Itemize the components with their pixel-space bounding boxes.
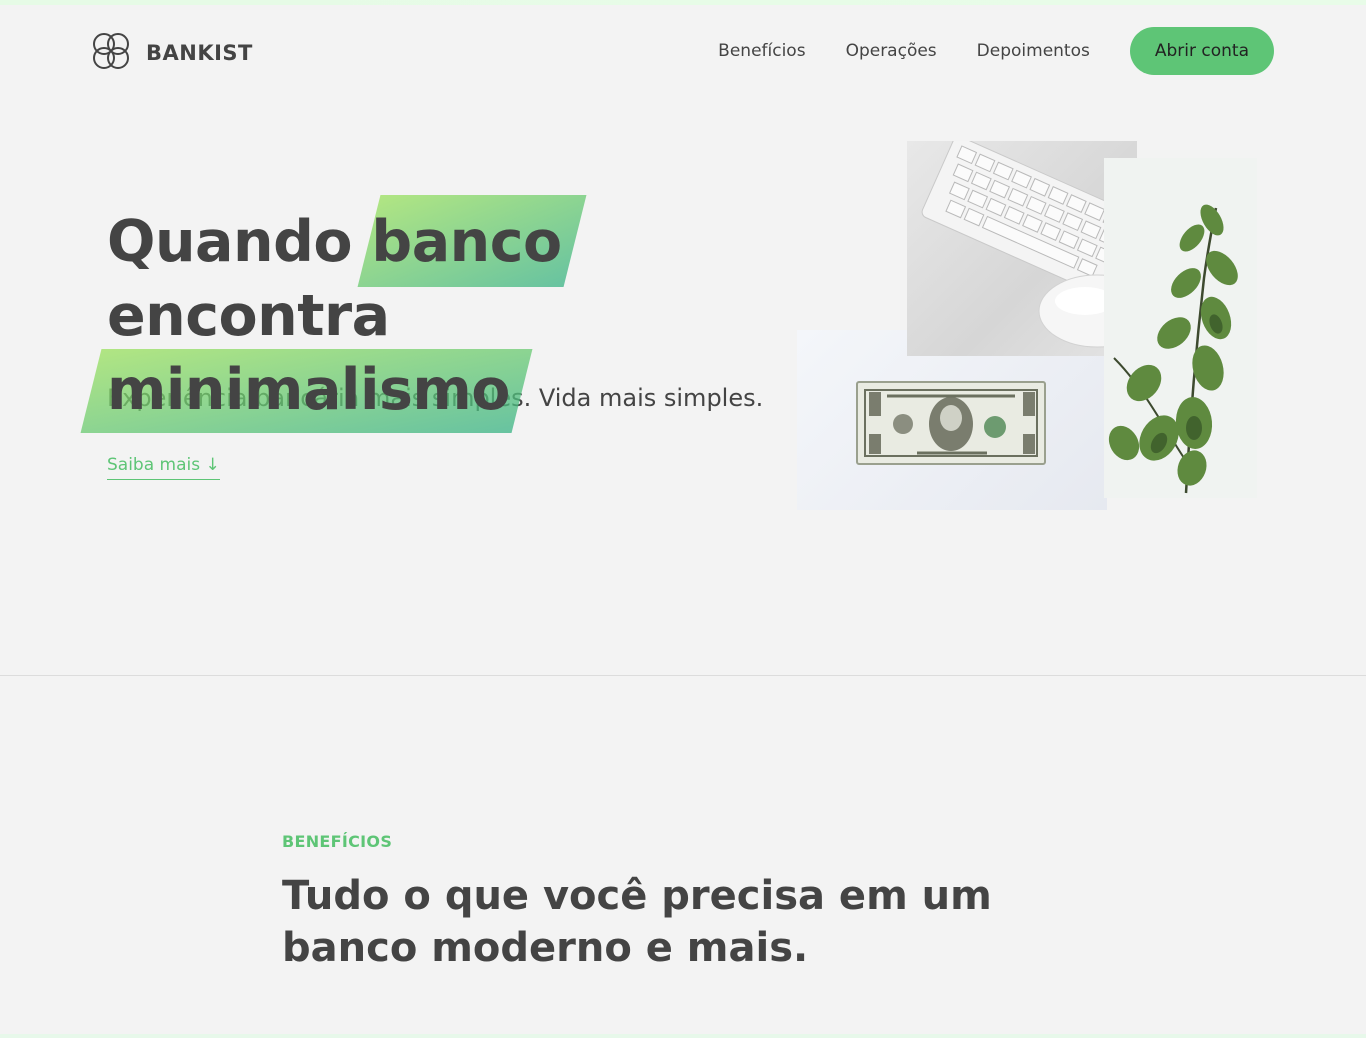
section-label: BENEFÍCIOS xyxy=(282,832,393,851)
section-heading: Tudo o que você precisa em um banco mode… xyxy=(282,873,992,971)
navigation-bar: BANKIST Benefícios Operações Depoimentos… xyxy=(0,5,1366,95)
logo-text: BANKIST xyxy=(146,41,253,65)
nav-link-depoimentos[interactable]: Depoimentos xyxy=(977,41,1090,61)
bottom-accent-strip xyxy=(0,1034,1366,1038)
hero-title-word: encontra xyxy=(107,283,390,349)
logo[interactable]: BANKIST xyxy=(88,28,253,78)
hero-highlight-text: banco xyxy=(371,209,562,275)
hero-image xyxy=(797,141,1257,511)
section-divider xyxy=(0,675,1366,676)
dollar-bill-image xyxy=(797,330,1107,510)
plant-image xyxy=(1104,158,1257,498)
open-account-button[interactable]: Abrir conta xyxy=(1129,27,1274,75)
keyboard-mouse-image xyxy=(907,141,1137,356)
nav-link-operacoes[interactable]: Operações xyxy=(846,41,937,61)
hero-highlight-minimalismo: minimalismo xyxy=(80,349,533,433)
hero-title-word: Quando xyxy=(107,209,353,275)
logo-icon xyxy=(88,28,134,78)
nav-link-beneficios[interactable]: Benefícios xyxy=(718,41,805,61)
hero-highlight-text: minimalismo xyxy=(107,357,510,423)
learn-more-link[interactable]: Saiba mais ↓ xyxy=(107,455,220,480)
hero-highlight-banco: banco xyxy=(357,195,588,287)
nav-links: Benefícios Operações Depoimentos Abrir c… xyxy=(718,27,1274,75)
